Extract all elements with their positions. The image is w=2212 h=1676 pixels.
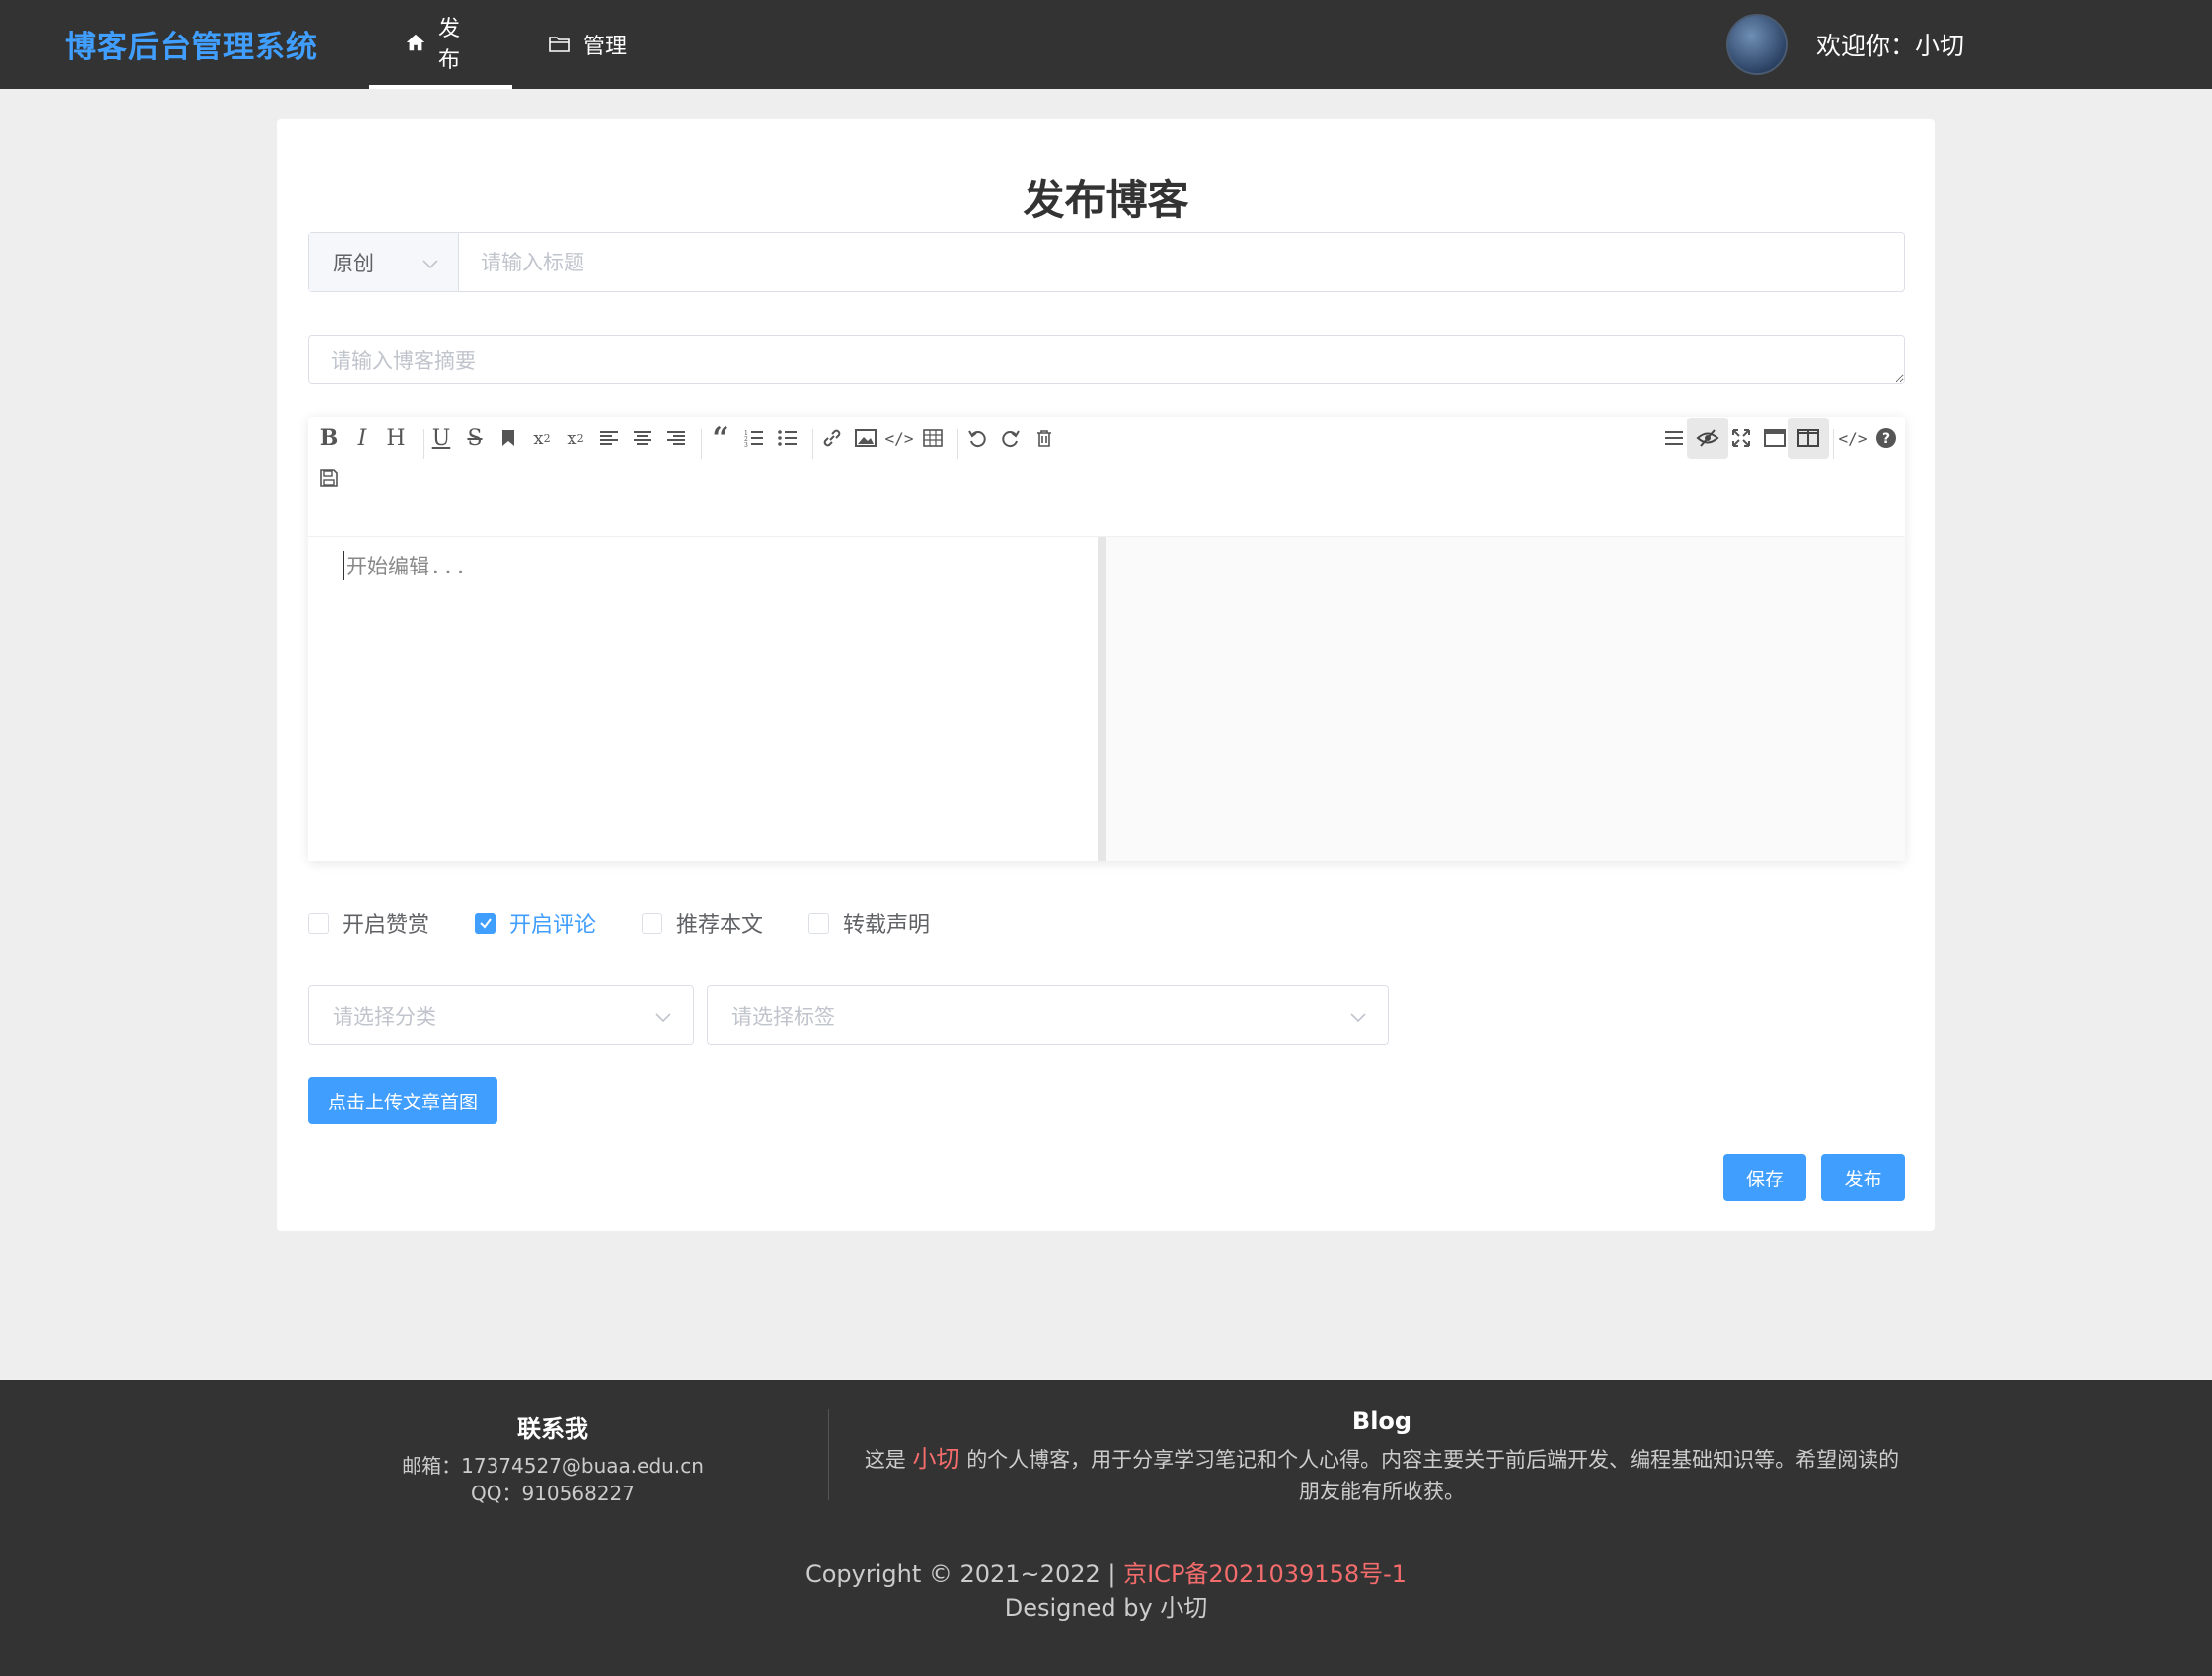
svg-text:3: 3 [744,442,748,447]
checkbox-recommend[interactable]: 推荐本文 [642,907,763,939]
contact-title: 联系我 [517,1415,588,1443]
avatar[interactable] [1726,14,1788,75]
publish-button[interactable]: 发布 [1821,1154,1905,1201]
checkbox-label: 推荐本文 [676,913,764,938]
contact-qq: QQ：910568227 [470,1482,635,1505]
upload-cover-button[interactable]: 点击上传文章首图 [308,1077,497,1124]
desc-author: 小切 [912,1445,960,1473]
checkbox-comment[interactable]: 开启评论 [475,907,596,939]
checkbox-box[interactable] [642,912,663,934]
welcome-text: 欢迎你：小切 [1816,32,1965,60]
summary-textarea[interactable] [308,335,1905,384]
checkbox-box[interactable] [808,912,830,934]
editor-input-pane[interactable]: 开始编辑... [308,537,1098,861]
type-select-value: 原创 [333,251,374,275]
align-right-icon[interactable] [655,418,697,459]
nav-item-manage[interactable]: 管理 [512,0,662,89]
footer-blog: Blog 这是 小切 的个人博客，用于分享学习笔记和个人心得。内容主要关于前后端… [857,1408,1907,1507]
footer-copyright: Copyright © 2021~2022 | 京ICP备2021039158号… [0,1558,2212,1625]
brand-title[interactable]: 博客后台管理系统 [65,22,318,66]
title-row: 原创 [308,232,1905,292]
checkbox-appreciation[interactable]: 开启赞赏 [308,907,429,939]
footer-divider [828,1409,829,1500]
designed-by: Designed by 小切 [1004,1594,1208,1622]
options-checkboxes: 开启赞赏 开启评论 推荐本文 转载声明 [308,906,975,940]
tag-placeholder: 请选择标签 [731,1004,835,1028]
split-view-icon[interactable] [1788,418,1829,459]
page-title: 发布博客 [1023,176,1189,224]
blog-title: Blog [1351,1408,1412,1435]
markdown-editor: B I H U S x2 x2 “ 123 </> </> ? 开始编辑... [308,417,1905,861]
desc-text: 的个人博客，用于分享学习笔记和个人心得。内容主要关于前后端开发、编程基础知识等。… [966,1448,1900,1503]
svg-text:?: ? [1882,431,1890,447]
icp-link[interactable]: 京ICP备2021039158号-1 [1123,1561,1407,1588]
chevron-down-icon [1350,1004,1366,1028]
nav-item-label: 管理 [583,35,628,59]
unordered-list-icon[interactable] [767,418,808,459]
editor-split-handle[interactable] [1098,537,1106,861]
nav-item-label: 发布 [438,17,461,73]
folder-icon [548,34,572,55]
save-icon[interactable] [308,457,349,498]
nav-item-publish[interactable]: 发布 [369,0,512,89]
category-placeholder: 请选择分类 [333,1004,436,1028]
trash-icon[interactable] [1024,418,1065,459]
type-select[interactable]: 原创 [309,233,459,291]
save-button[interactable]: 保存 [1723,1154,1806,1201]
header-icon[interactable]: H [375,418,417,459]
contact-email: 邮箱：17374527@buaa.edu.cn [402,1454,704,1478]
desc-prefix: 这是 [864,1448,906,1472]
category-select[interactable]: 请选择分类 [308,985,694,1045]
footer-contact: 联系我 邮箱：17374527@buaa.edu.cn QQ：910568227 [375,1409,730,1507]
editor-toolbar: B I H U S x2 x2 “ 123 </> </> ? [308,417,1905,537]
editor-placeholder: 开始编辑... [343,551,467,580]
checkbox-label: 开启评论 [509,913,597,938]
table-icon[interactable] [912,418,953,459]
help-icon[interactable]: ? [1866,418,1907,459]
checkbox-reprint[interactable]: 转载声明 [808,907,930,939]
footer: 联系我 邮箱：17374527@buaa.edu.cn QQ：910568227… [0,1380,2212,1676]
chevron-down-icon [422,251,438,274]
title-input[interactable] [459,233,1904,291]
checkbox-label: 转载声明 [843,913,931,938]
check-icon [479,918,492,929]
checkbox-box[interactable] [308,912,329,934]
copyright-text: Copyright © 2021~2022 | [804,1561,1116,1588]
tag-select[interactable]: 请选择标签 [707,985,1389,1045]
checkbox-label: 开启赞赏 [343,913,430,938]
checkbox-box[interactable] [475,912,496,934]
top-navbar: 博客后台管理系统 发布 管理 欢迎你：小切 [0,0,2212,89]
chevron-down-icon [655,1004,671,1028]
publish-card: 发布博客 原创 B I H U S x2 x2 [277,119,1935,1231]
editor-preview-pane [1106,537,1905,861]
blog-description: 这是 小切 的个人博客，用于分享学习笔记和个人心得。内容主要关于前后端开发、编程… [857,1443,1907,1507]
home-icon [405,32,426,53]
